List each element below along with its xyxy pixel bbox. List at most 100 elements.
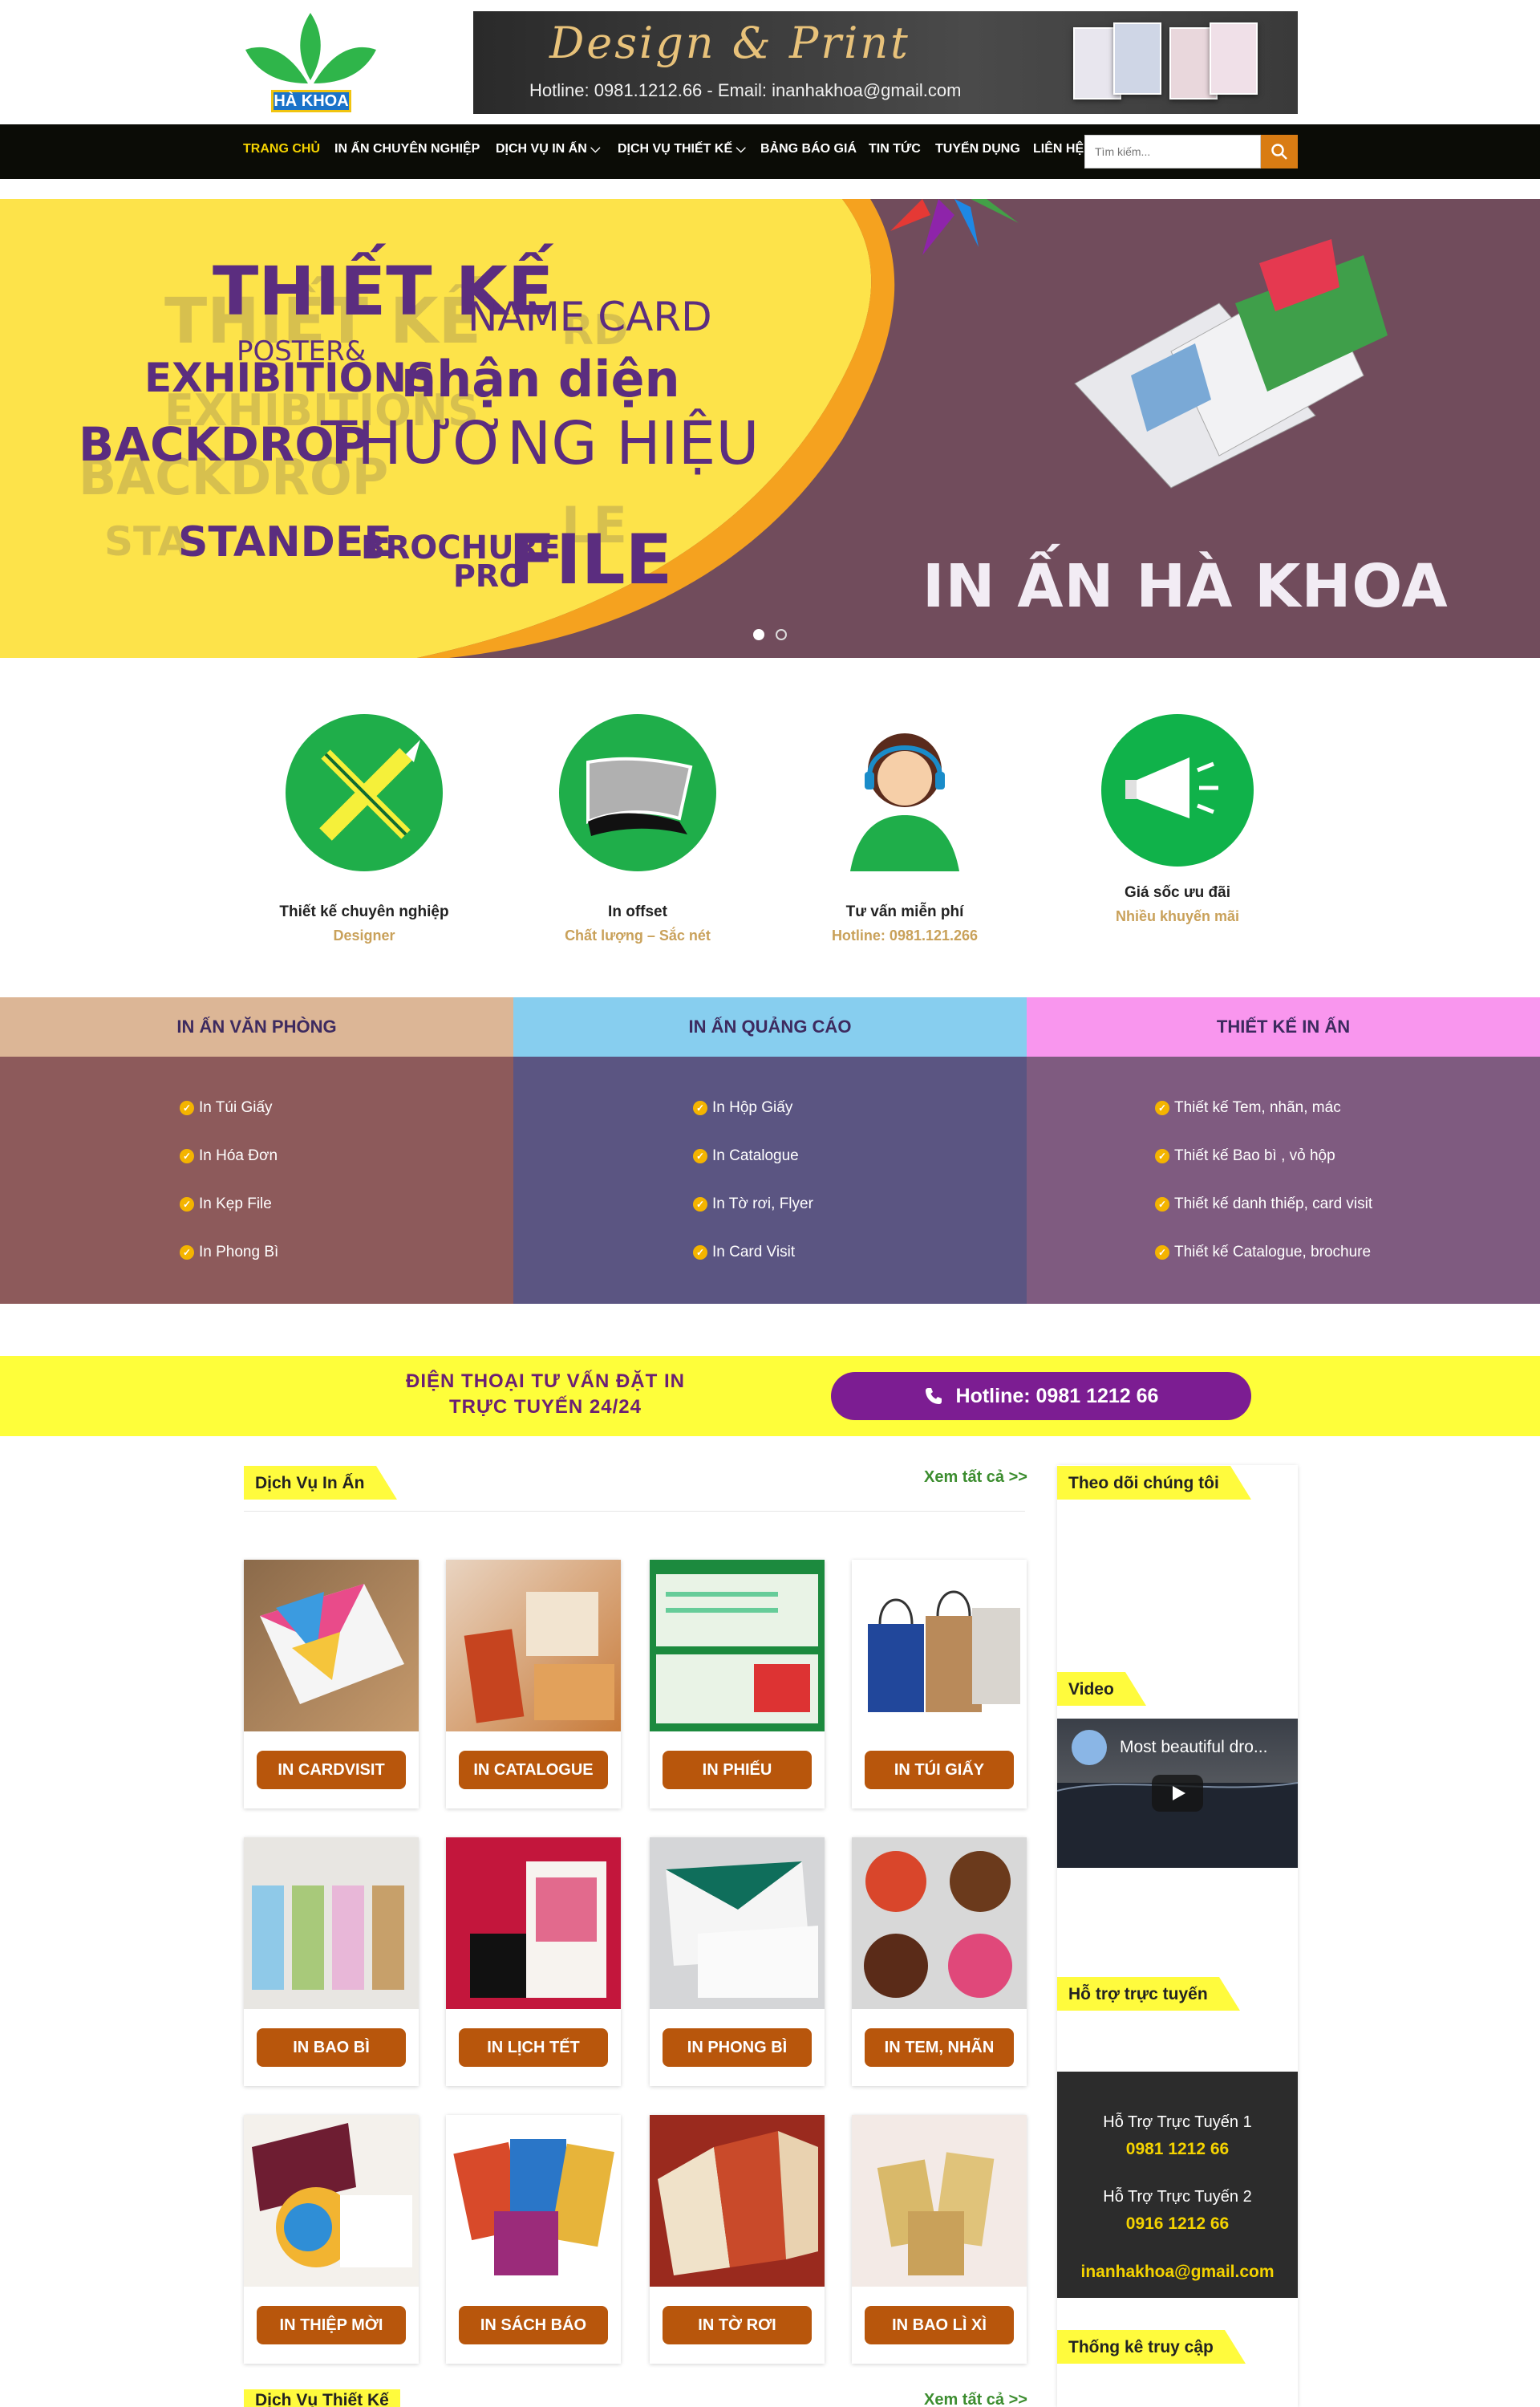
play-button[interactable] [1152, 1775, 1203, 1812]
support-phone[interactable]: 0981 1212 66 [1057, 2140, 1298, 2159]
nav-item-contact[interactable]: LIÊN HỆ [1033, 142, 1084, 156]
category-advertising-printing: IN ẤN QUẢNG CÁO ✓ In Hộp Giấy ✓ In Catalog… [513, 997, 1027, 1304]
hero-slider[interactable]: THIẾT KẾ EXHIBITIONS BACKDROP STA RD LE … [0, 199, 1540, 658]
product-button[interactable]: IN CATALOGUE [459, 1751, 608, 1789]
product-card[interactable]: IN TÚI GIẤY [852, 1560, 1027, 1808]
category-list: ✓ In Túi Giấy ✓ In Hóa Đơn ✓ In Kẹp File ✓ I… [0, 1057, 513, 1304]
hero-word: EXHIBITIONS [144, 355, 436, 401]
nav-item-recruitment[interactable]: TUYỂN DỤNG [935, 142, 1020, 156]
feature-subtitle: Hotline: 0981.121.266 [831, 927, 979, 944]
product-image [650, 2115, 825, 2287]
check-icon: ✓ [180, 1197, 194, 1212]
product-image [852, 2115, 1027, 2287]
product-button[interactable]: IN THIỆP MỜI [257, 2306, 406, 2344]
feature-offset: In offset Chất lượng – Sắc nét [525, 714, 750, 944]
product-image [244, 2115, 419, 2287]
play-icon [1173, 1786, 1185, 1800]
search-input[interactable] [1084, 135, 1261, 168]
support-label: Hỗ Trợ Trực Tuyến 2 [1103, 2188, 1252, 2206]
product-card[interactable]: IN TEM, NHÃN [852, 1837, 1027, 2086]
product-button[interactable]: IN BAO BÌ [257, 2028, 406, 2067]
category-link[interactable]: ✓ In Phong Bì [180, 1228, 513, 1277]
product-image [446, 1560, 621, 1731]
check-icon: ✓ [693, 1245, 707, 1260]
hotline-band: ĐIỆN THOẠI TƯ VẤN ĐẶT IN TRỰC TUYẾN 24/2… [0, 1356, 1540, 1436]
product-card[interactable]: IN SÁCH BÁO [446, 2115, 621, 2364]
category-link[interactable]: ✓ Thiết kế Catalogue, brochure [1155, 1228, 1540, 1277]
product-card[interactable]: IN CATALOGUE [446, 1560, 621, 1808]
feature-subtitle: Designer [333, 927, 395, 944]
product-image [446, 1837, 621, 2009]
support-phone[interactable]: 0916 1212 66 [1057, 2214, 1298, 2234]
category-link[interactable]: ✓ In Hóa Đơn [180, 1132, 513, 1180]
check-icon: ✓ [1155, 1197, 1169, 1212]
nav-item-price-list[interactable]: BẢNG BÁO GIÁ [760, 142, 857, 156]
product-card[interactable]: IN LỊCH TẾT [446, 1837, 621, 2086]
product-button[interactable]: IN PHONG BÌ [663, 2028, 812, 2067]
banner-title: Design & Print [549, 18, 910, 68]
category-link[interactable]: ✓ Thiết kế danh thiếp, card visit [1155, 1180, 1540, 1228]
category-title: IN ẤN QUẢNG CÁO [513, 997, 1027, 1057]
check-icon: ✓ [180, 1245, 194, 1260]
feature-title: Tư vấn miễn phí [845, 903, 964, 920]
category-title: IN ẤN VĂN PHÒNG [0, 997, 513, 1057]
section-title: Dịch Vụ In Ấn [244, 1466, 396, 1500]
category-link[interactable]: ✓ In Card Visit [693, 1228, 1027, 1277]
site-logo[interactable]: HÀ KHOA [241, 10, 381, 116]
nav-item-home[interactable]: TRANG CHỦ [243, 142, 320, 156]
support-email[interactable]: inanhakhoa@gmail.com [1057, 2263, 1298, 2282]
check-icon: ✓ [1155, 1101, 1169, 1115]
search-button[interactable] [1261, 135, 1298, 168]
product-card[interactable]: IN BAO LÌ XÌ [852, 2115, 1027, 2364]
product-card[interactable]: IN PHONG BÌ [650, 1837, 825, 2086]
nav-item-professional-printing[interactable]: IN ẤN CHUYÊN NGHIỆP [334, 142, 480, 156]
category-link[interactable]: ✓ In Kẹp File [180, 1180, 513, 1228]
check-icon: ✓ [1155, 1245, 1169, 1260]
feature-subtitle: Nhiều khuyến mãi [1115, 908, 1240, 924]
header-banner[interactable]: Design & Print Hotline: 0981.1212.66 - E… [473, 11, 1298, 114]
product-image [852, 1560, 1027, 1731]
category-link[interactable]: ✓ In Catalogue [693, 1132, 1027, 1180]
product-button[interactable]: IN CARDVISIT [257, 1751, 406, 1789]
product-card[interactable]: IN CARDVISIT [244, 1560, 419, 1808]
section-title: Dịch Vụ Thiết Kế [244, 2389, 400, 2407]
hotline-text: ĐIỆN THOẠI TƯ VẤN ĐẶT IN TRỰC TUYẾN 24/2… [406, 1370, 685, 1418]
product-card[interactable]: IN PHIẾU [650, 1560, 825, 1808]
category-link[interactable]: ✓ In Hộp Giấy [693, 1084, 1027, 1132]
support-agent-icon [826, 714, 983, 871]
nav-item-printing-services[interactable]: DỊCH VỤ IN ẤN ⌵ [496, 142, 600, 156]
category-link[interactable]: ✓ In Túi Giấy [180, 1084, 513, 1132]
check-icon: ✓ [693, 1197, 707, 1212]
product-button[interactable]: IN BAO LÌ XÌ [865, 2306, 1014, 2344]
product-card[interactable]: IN THIỆP MỜI [244, 2115, 419, 2364]
slider-dot[interactable] [776, 629, 787, 640]
nav-item-news[interactable]: TIN TỨC [869, 142, 921, 156]
product-button[interactable]: IN TỜ RƠI [663, 2306, 812, 2344]
category-link[interactable]: ✓ Thiết kế Bao bì , vỏ hộp [1155, 1132, 1540, 1180]
hotline-button[interactable]: Hotline: 0981 1212 66 [831, 1372, 1251, 1420]
feature-title: Thiết kế chuyên nghiệp [279, 903, 449, 920]
category-link[interactable]: ✓ In Tờ rơi, Flyer [693, 1180, 1027, 1228]
product-card[interactable]: IN BAO BÌ [244, 1837, 419, 2086]
category-list: ✓ Thiết kế Tem, nhãn, mác ✓ Thiết kế Bao b… [1027, 1057, 1540, 1304]
hero-brand: IN ẤN HÀ KHOA [922, 552, 1449, 621]
nav-item-design-services[interactable]: DỊCH VỤ THIẾT KẾ ⌵ [618, 142, 746, 156]
video-player[interactable]: Most beautiful dro... [1057, 1719, 1298, 1868]
section-divider [244, 1511, 1025, 1512]
hero-word-shadow: STA [104, 518, 188, 565]
product-card[interactable]: IN TỜ RƠI [650, 2115, 825, 2364]
category-print-design: THIẾT KẾ IN ẤN ✓ Thiết kế Tem, nhãn, mác … [1027, 997, 1540, 1304]
product-button[interactable]: IN LỊCH TẾT [459, 2028, 608, 2067]
product-button[interactable]: IN TÚI GIẤY [865, 1751, 1014, 1789]
feature-design: Thiết kế chuyên nghiệp Designer [252, 714, 476, 944]
view-all-link[interactable]: Xem tất cả >> [924, 1468, 1027, 1487]
product-button[interactable]: IN SÁCH BÁO [459, 2306, 608, 2344]
category-link[interactable]: ✓ Thiết kế Tem, nhãn, mác [1155, 1084, 1540, 1132]
feature-title: In offset [608, 903, 667, 920]
product-button[interactable]: IN TEM, NHÃN [865, 2028, 1014, 2067]
sidebar-stats-title: Thống kê truy cập [1057, 2330, 1246, 2364]
product-button[interactable]: IN PHIẾU [663, 1751, 812, 1789]
slider-dot-active[interactable] [753, 629, 764, 640]
view-all-link[interactable]: Xem tất cả >> [924, 2391, 1027, 2407]
hero-word: FILE [509, 520, 673, 600]
